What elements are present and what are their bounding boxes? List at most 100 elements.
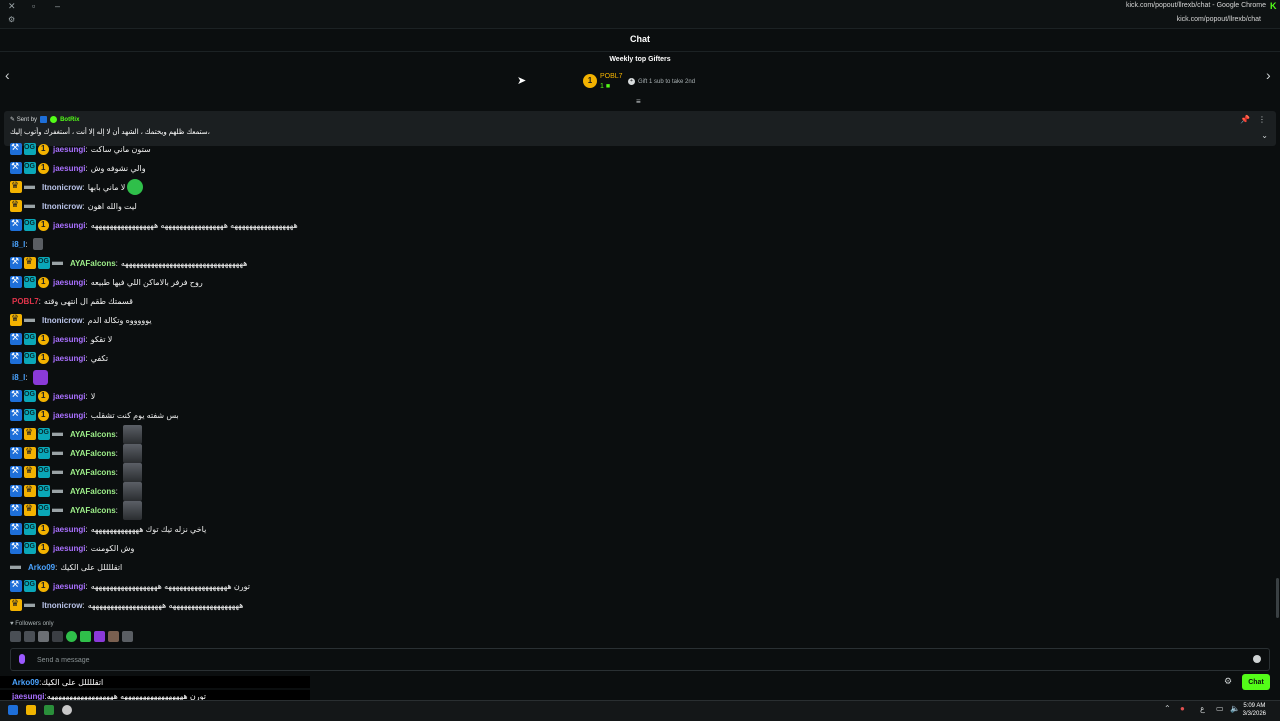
- microphone-icon[interactable]: [19, 654, 25, 664]
- crown-badge-icon[interactable]: [24, 503, 36, 516]
- chat-username[interactable]: AYAFalcons: [70, 259, 116, 268]
- chat-username[interactable]: Itnonicrow: [42, 316, 82, 325]
- chat-messages-list[interactable]: jaesungi:ستون ماني ساكتjaesungi:والي نشو…: [0, 140, 1275, 618]
- sub-gift-badge-icon[interactable]: [38, 143, 49, 155]
- mod-badge-icon[interactable]: [10, 218, 22, 231]
- chat-message[interactable]: jaesungi:روح فرفر بالاماكن اللي فيها طبي…: [10, 273, 203, 291]
- chat-username[interactable]: jaesungi: [53, 392, 85, 401]
- chat-emote-icon[interactable]: [122, 443, 142, 463]
- display-tray-icon[interactable]: ▭: [1216, 704, 1224, 713]
- emote-icon[interactable]: [38, 631, 49, 642]
- crown-badge-icon[interactable]: [24, 256, 36, 269]
- send-chat-button[interactable]: Chat: [1242, 674, 1270, 690]
- weapon-badge-icon[interactable]: [52, 465, 66, 477]
- og-badge-icon[interactable]: [24, 390, 36, 402]
- chrome-icon[interactable]: [62, 705, 72, 715]
- chat-message[interactable]: jaesungi:تكفي: [10, 349, 108, 367]
- chat-username[interactable]: AYAFalcons: [70, 468, 116, 477]
- system-clock[interactable]: 5:09 AM 3/3/2026: [1243, 702, 1266, 718]
- weapon-badge-icon[interactable]: [52, 427, 66, 439]
- weapon-badge-icon[interactable]: [24, 313, 38, 325]
- chat-username[interactable]: Arko09: [28, 563, 55, 572]
- og-badge-icon[interactable]: [24, 409, 36, 421]
- chat-message[interactable]: AYAFalcons:ههههههههههههههههههههههههههههه…: [10, 254, 247, 272]
- mod-badge-icon[interactable]: [10, 389, 22, 402]
- crown-badge-icon[interactable]: [10, 199, 22, 212]
- chat-username[interactable]: AYAFalcons: [70, 487, 116, 496]
- emote-icon[interactable]: [108, 631, 119, 642]
- chat-username[interactable]: jaesungi: [53, 525, 85, 534]
- sub-gift-badge-icon[interactable]: [38, 352, 49, 364]
- mod-badge-icon[interactable]: [10, 522, 22, 535]
- crown-badge-icon[interactable]: [24, 427, 36, 440]
- mod-badge-icon[interactable]: [10, 408, 22, 421]
- emoji-icon[interactable]: [1253, 655, 1261, 663]
- url-text[interactable]: kick.com/popout/llrexb/chat: [1177, 14, 1261, 26]
- chat-username[interactable]: jaesungi: [53, 411, 85, 420]
- chat-message[interactable]: jaesungi:ياخي نزله تيك توك ههههههههههههه…: [10, 520, 206, 538]
- chat-username[interactable]: i8_l: [12, 240, 25, 249]
- chat-username[interactable]: jaesungi: [53, 164, 85, 173]
- mod-badge-icon[interactable]: [10, 351, 22, 364]
- app-icon[interactable]: [44, 705, 54, 715]
- message-input[interactable]: [35, 649, 1239, 672]
- sub-gift-badge-icon[interactable]: [38, 580, 49, 592]
- tray-expand-icon[interactable]: ⌃: [1164, 704, 1171, 713]
- chat-message[interactable]: POBL7: قسمتك طقم ال انتهى وقته: [10, 292, 133, 310]
- chat-emote-icon[interactable]: [127, 179, 144, 195]
- chat-message[interactable]: AYAFalcons:: [10, 462, 142, 482]
- pin-icon[interactable]: 📌: [1240, 115, 1250, 124]
- chevron-right-icon[interactable]: ›: [1266, 67, 1271, 83]
- language-indicator-icon[interactable]: ع: [1200, 704, 1205, 713]
- chat-message[interactable]: AYAFalcons:: [10, 481, 142, 501]
- emote-icon[interactable]: [10, 631, 21, 642]
- chat-message[interactable]: Itnonicrow:ليت والله اهون: [10, 197, 137, 215]
- mod-badge-icon[interactable]: [10, 579, 22, 592]
- mod-badge-icon[interactable]: [10, 484, 22, 497]
- mod-badge-icon[interactable]: [10, 446, 22, 459]
- og-badge-icon[interactable]: [24, 523, 36, 535]
- crown-badge-icon[interactable]: [24, 446, 36, 459]
- og-badge-icon[interactable]: [24, 276, 36, 288]
- chat-scrollbar[interactable]: [1276, 578, 1279, 618]
- og-badge-icon[interactable]: [24, 542, 36, 554]
- weapon-badge-icon[interactable]: [52, 484, 66, 496]
- chat-username[interactable]: jaesungi: [53, 221, 85, 230]
- emote-icon[interactable]: [94, 631, 105, 642]
- chat-message[interactable]: jaesungi:هههههههههههههههههه هههههههههههه…: [10, 216, 298, 234]
- chat-message[interactable]: jaesungi:لا تقكو: [10, 330, 112, 348]
- crown-badge-icon[interactable]: [24, 465, 36, 478]
- chat-emote-icon[interactable]: [32, 238, 43, 250]
- mod-badge-icon[interactable]: [10, 256, 22, 269]
- og-badge-icon[interactable]: [38, 485, 50, 497]
- chat-username[interactable]: AYAFalcons: [70, 506, 116, 515]
- top-gifter-name[interactable]: POBL7: [600, 73, 623, 80]
- chat-username[interactable]: AYAFalcons: [70, 449, 116, 458]
- sub-gift-badge-icon[interactable]: [38, 523, 49, 535]
- chat-message[interactable]: jaesungi:ستون ماني ساكت: [10, 140, 151, 158]
- chat-username[interactable]: jaesungi: [53, 335, 85, 344]
- sub-gift-badge-icon[interactable]: [38, 542, 49, 554]
- volume-icon[interactable]: 🔈: [1230, 704, 1240, 713]
- chat-emote-icon[interactable]: [122, 462, 142, 482]
- chat-message[interactable]: Itnonicrow:لا ماني بابها: [10, 178, 144, 196]
- og-badge-icon[interactable]: [38, 466, 50, 478]
- chat-message[interactable]: i8_l:: [10, 368, 48, 386]
- chat-username[interactable]: i8_l: [12, 373, 25, 382]
- og-badge-icon[interactable]: [38, 428, 50, 440]
- chat-message[interactable]: jaesungi:بس شفته يوم كنت تشقلب: [10, 406, 179, 424]
- og-badge-icon[interactable]: [24, 162, 36, 174]
- weapon-badge-icon[interactable]: [24, 199, 38, 211]
- file-explorer-icon[interactable]: [26, 705, 36, 715]
- chat-message[interactable]: Itnonicrow:يوووووه وتكالة الدم: [10, 311, 152, 329]
- chat-username[interactable]: jaesungi: [53, 354, 85, 363]
- settings-gear-icon[interactable]: ⚙: [1224, 676, 1232, 687]
- chat-message[interactable]: AYAFalcons:: [10, 443, 142, 463]
- chat-username[interactable]: AYAFalcons: [70, 430, 116, 439]
- chat-message[interactable]: jaesungi:والي نشوفه وش: [10, 159, 146, 177]
- weapon-badge-icon[interactable]: [24, 598, 38, 610]
- weapon-badge-icon[interactable]: [52, 256, 66, 268]
- chat-message[interactable]: jaesungi:وش الكومنت: [10, 539, 134, 557]
- mod-badge-icon[interactable]: [10, 161, 22, 174]
- chat-message[interactable]: Itnonicrow:هههههههههههههههههههه هههههههه…: [10, 596, 243, 614]
